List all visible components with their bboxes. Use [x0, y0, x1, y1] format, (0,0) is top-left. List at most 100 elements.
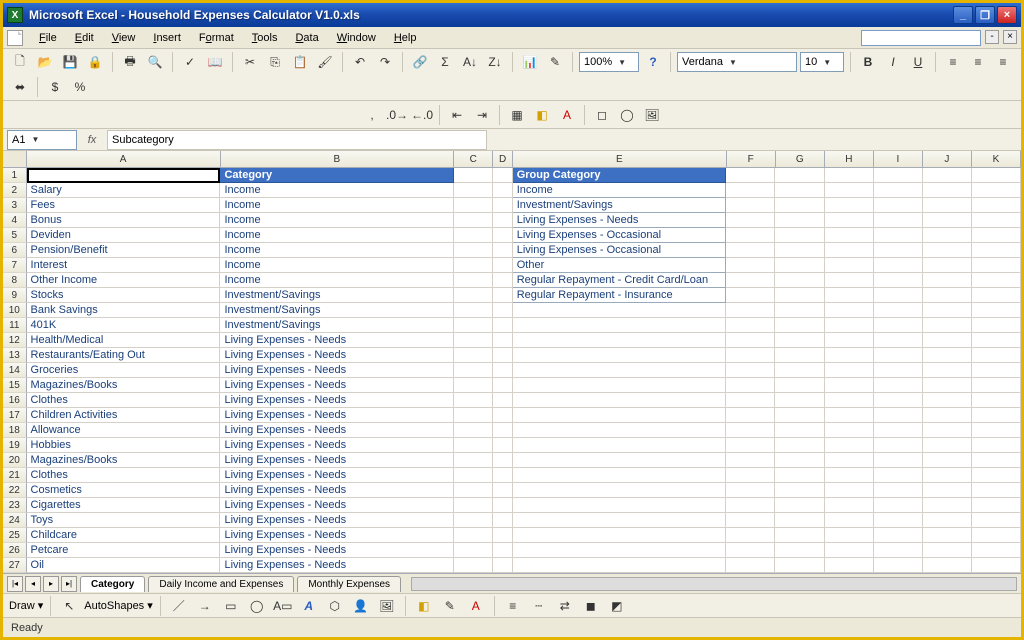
row-header[interactable]: 13 [3, 348, 27, 363]
cell[interactable] [775, 393, 824, 408]
cell[interactable] [923, 303, 972, 318]
minimize-button[interactable]: _ [953, 6, 973, 24]
col-header-h[interactable]: H [825, 151, 874, 167]
underline-button[interactable]: U [907, 51, 929, 73]
cell[interactable]: Living Expenses - Needs [220, 423, 453, 438]
cell[interactable]: Salary [27, 183, 221, 198]
cell[interactable] [923, 483, 972, 498]
select-all-corner[interactable] [3, 151, 27, 167]
cell[interactable] [513, 318, 727, 333]
cell[interactable] [493, 228, 513, 243]
cell[interactable] [874, 438, 923, 453]
cell[interactable] [454, 378, 493, 393]
font-name-combo[interactable]: Verdana▼ [677, 52, 797, 72]
cell[interactable] [874, 513, 923, 528]
cell[interactable] [923, 528, 972, 543]
cell[interactable] [493, 453, 513, 468]
cell[interactable] [726, 333, 775, 348]
maximize-button[interactable]: ❐ [975, 6, 995, 24]
cell[interactable] [775, 438, 824, 453]
cell[interactable] [874, 393, 923, 408]
cell[interactable] [775, 528, 824, 543]
bold-button[interactable]: B [857, 51, 879, 73]
cell[interactable] [972, 348, 1021, 363]
cell[interactable]: Living Expenses - Occasional [513, 243, 727, 258]
col-header-j[interactable]: J [923, 151, 972, 167]
cell[interactable] [726, 303, 775, 318]
cell[interactable] [775, 168, 824, 183]
cell[interactable] [874, 498, 923, 513]
increase-indent-icon[interactable]: ⇥ [471, 104, 493, 126]
cell[interactable] [454, 288, 493, 303]
cell[interactable]: Income [220, 273, 453, 288]
cell[interactable]: Deviden [27, 228, 221, 243]
line-color-icon[interactable]: ✎ [439, 595, 461, 617]
autoshapes-menu[interactable]: AutoShapes ▾ [84, 599, 153, 612]
cell[interactable] [493, 543, 513, 558]
cell[interactable] [972, 468, 1021, 483]
cell[interactable] [726, 423, 775, 438]
comma-style-icon[interactable]: , [361, 104, 383, 126]
cell[interactable] [874, 318, 923, 333]
cell[interactable] [454, 273, 493, 288]
cell[interactable] [972, 558, 1021, 573]
cell[interactable] [726, 198, 775, 213]
cell[interactable] [726, 558, 775, 573]
cell[interactable] [825, 498, 874, 513]
menu-edit[interactable]: Edit [67, 29, 102, 47]
align-center-icon[interactable]: ≡ [967, 51, 989, 73]
help-icon[interactable]: ? [642, 51, 664, 73]
cell[interactable] [874, 273, 923, 288]
cell[interactable] [972, 183, 1021, 198]
cell[interactable] [825, 168, 874, 183]
cell[interactable] [493, 378, 513, 393]
tab-nav-first[interactable]: |◂ [7, 576, 23, 592]
cell[interactable] [874, 558, 923, 573]
cell[interactable] [972, 273, 1021, 288]
cell[interactable] [923, 423, 972, 438]
cell[interactable]: Pension/Benefit [27, 243, 221, 258]
insert-clip-icon[interactable]: 🖼 [641, 104, 663, 126]
font-size-combo[interactable]: 10▼ [800, 52, 844, 72]
print-preview-icon[interactable]: 🔍 [144, 51, 166, 73]
cell[interactable] [454, 528, 493, 543]
cell[interactable] [454, 558, 493, 573]
draw-menu[interactable]: Draw ▾ [9, 599, 43, 612]
currency-icon[interactable]: $ [44, 76, 66, 98]
cell[interactable]: Living Expenses - Needs [220, 498, 453, 513]
3d-icon[interactable]: ◩ [606, 595, 628, 617]
cell[interactable] [972, 498, 1021, 513]
row-header[interactable]: 11 [3, 318, 27, 333]
cell[interactable] [493, 348, 513, 363]
cell[interactable] [513, 408, 727, 423]
cell[interactable] [825, 288, 874, 303]
cell[interactable] [513, 303, 727, 318]
sheet-tab-category[interactable]: Category [80, 576, 145, 592]
row-header[interactable]: 26 [3, 543, 27, 558]
cell[interactable] [825, 273, 874, 288]
chart-icon[interactable]: 📊 [519, 51, 541, 73]
cell[interactable] [454, 408, 493, 423]
cell[interactable] [513, 438, 727, 453]
cell[interactable]: Living Expenses - Needs [220, 543, 453, 558]
cell[interactable]: Stocks [27, 288, 221, 303]
cell[interactable] [775, 513, 824, 528]
cell[interactable]: Regular Repayment - Credit Card/Loan [513, 273, 727, 288]
cell[interactable]: Subcategory [27, 168, 221, 183]
cell[interactable] [513, 528, 727, 543]
undo-icon[interactable]: ↶ [349, 51, 371, 73]
decrease-indent-icon[interactable]: ⇤ [446, 104, 468, 126]
cell[interactable] [726, 498, 775, 513]
arrow-icon[interactable]: → [194, 595, 216, 617]
cell[interactable] [874, 183, 923, 198]
cell[interactable]: Investment/Savings [220, 303, 453, 318]
cell[interactable] [825, 453, 874, 468]
cell[interactable] [513, 483, 727, 498]
redo-icon[interactable]: ↷ [374, 51, 396, 73]
row-header[interactable]: 2 [3, 183, 27, 198]
row-header[interactable]: 22 [3, 483, 27, 498]
cell[interactable] [775, 378, 824, 393]
cell[interactable] [874, 468, 923, 483]
cell[interactable]: Living Expenses - Needs [220, 408, 453, 423]
cell[interactable]: Income [513, 183, 727, 198]
